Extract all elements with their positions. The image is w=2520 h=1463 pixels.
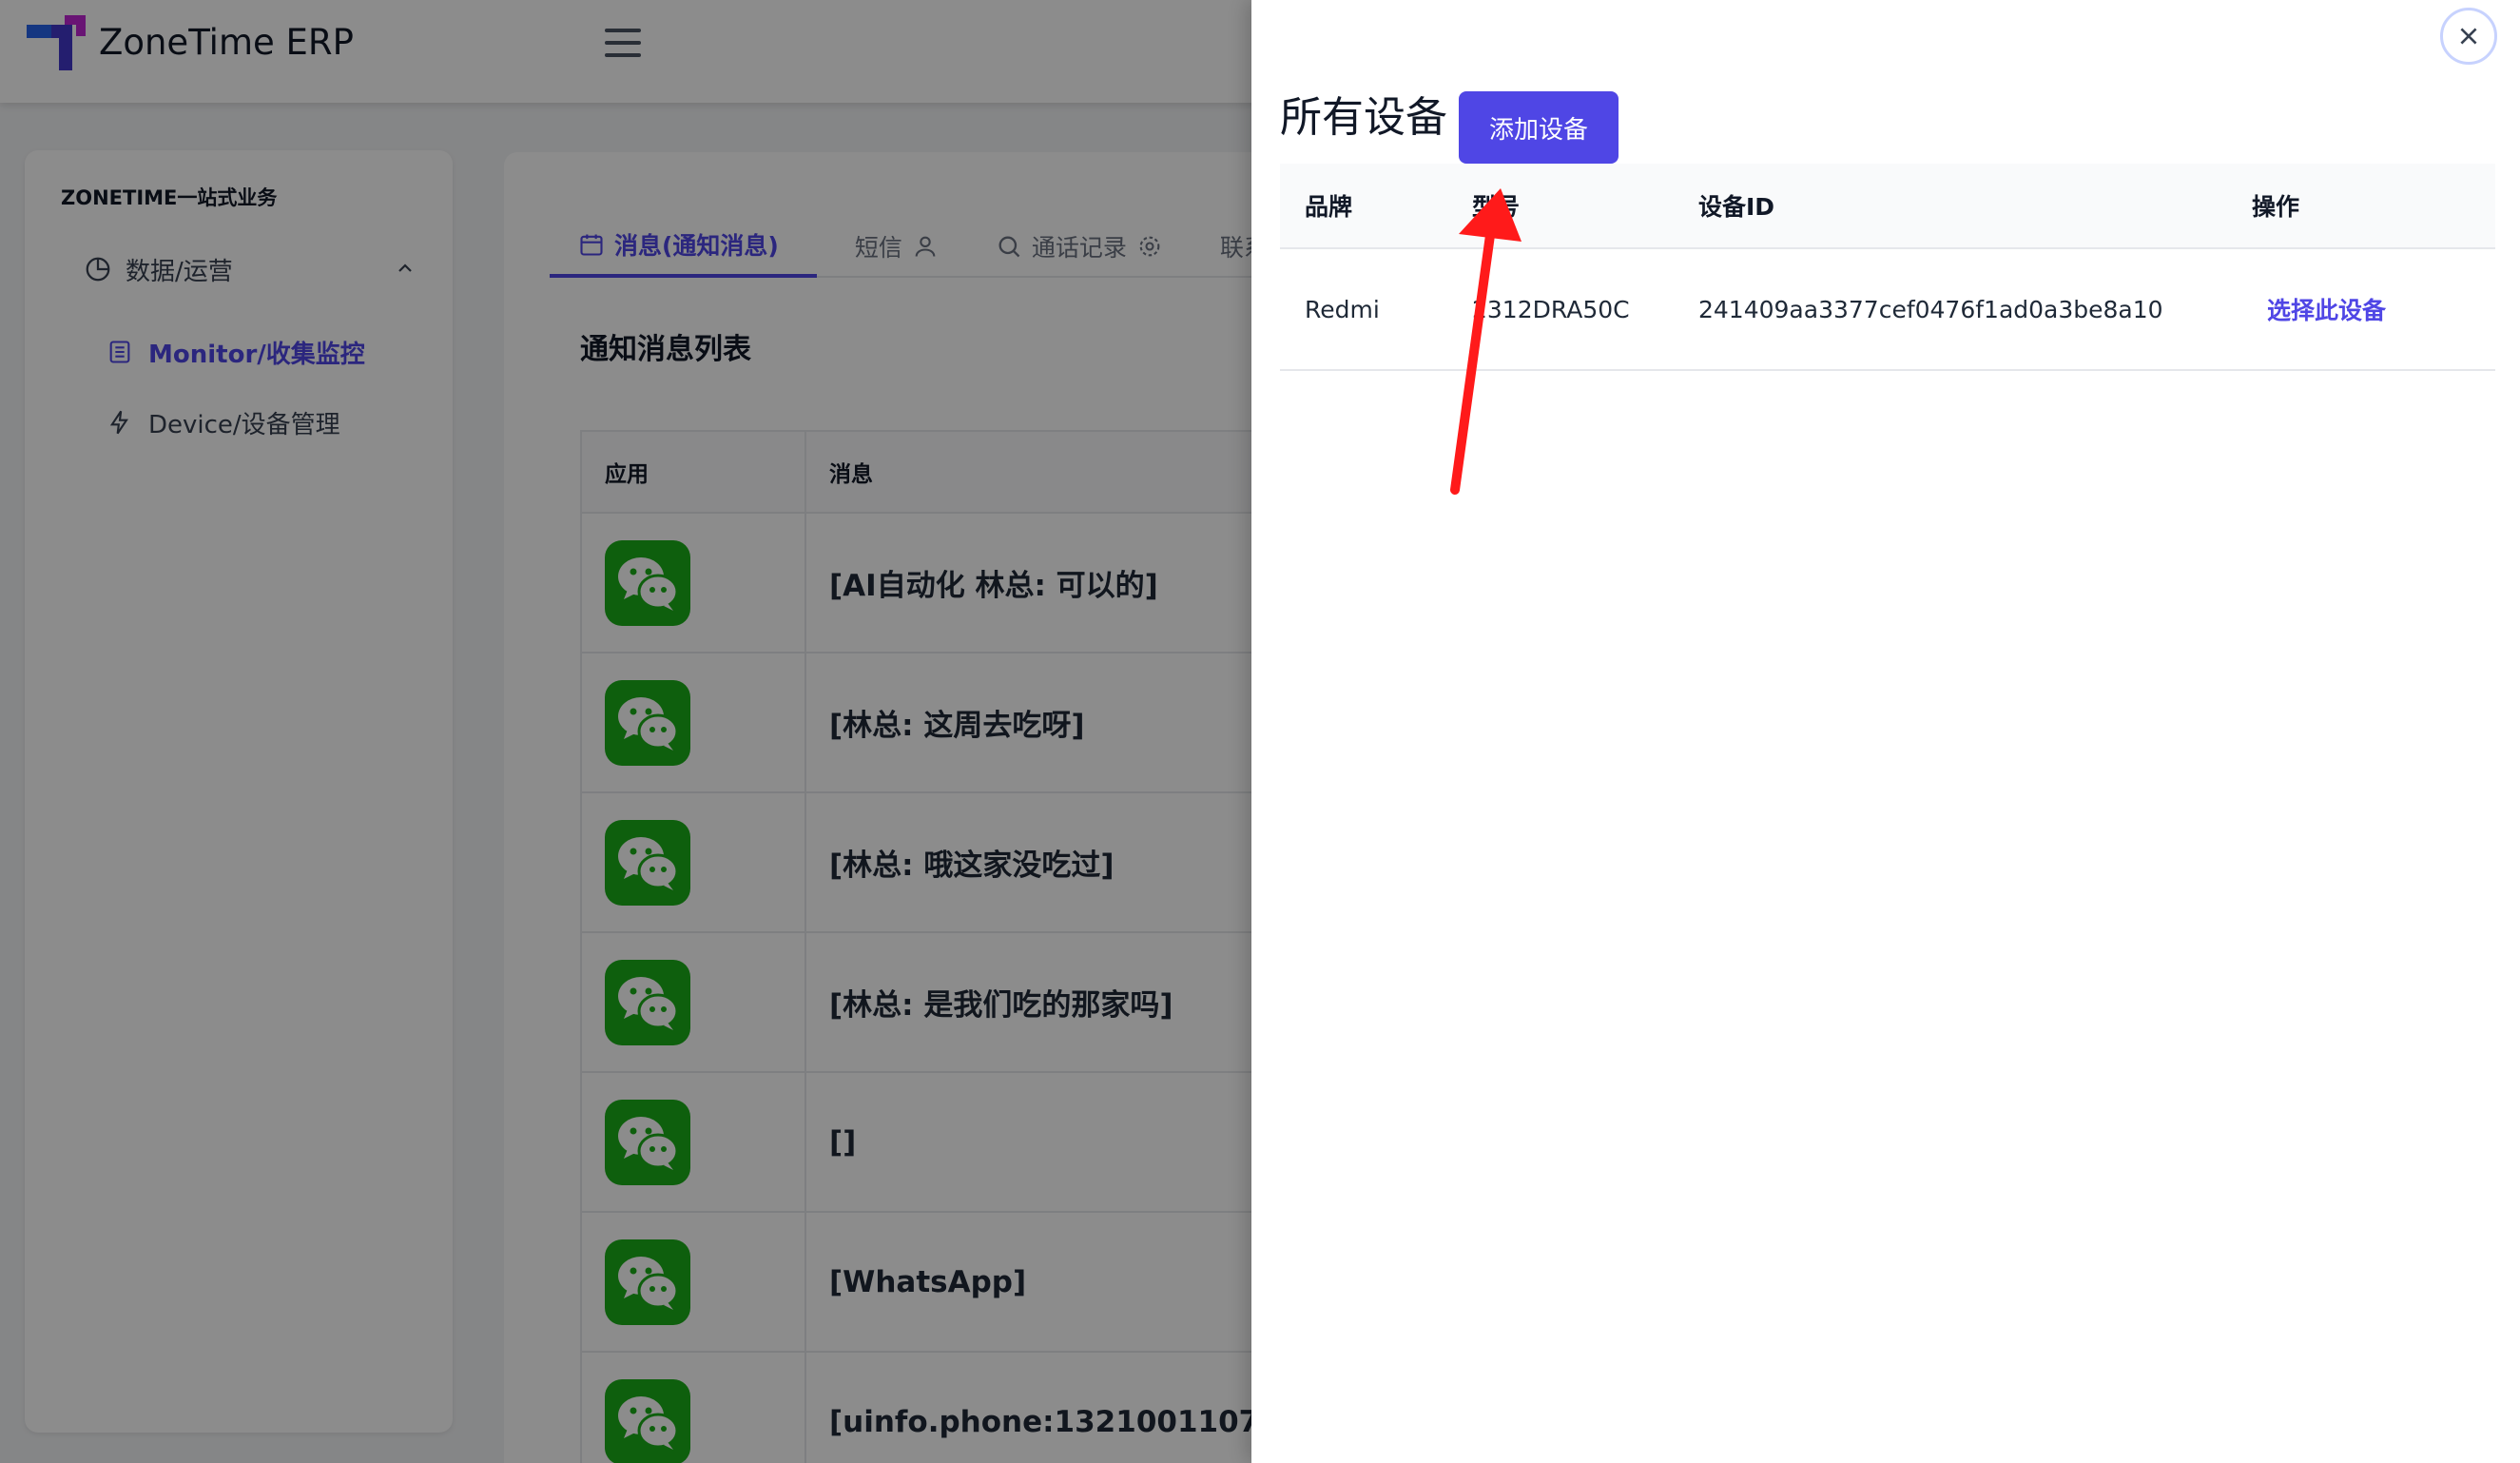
close-button[interactable] (2440, 8, 2497, 65)
device-brand: Redmi (1305, 295, 1380, 323)
select-device-link[interactable]: 选择此设备 (2267, 249, 2386, 369)
device-id: 241409aa3377cef0476f1ad0a3be8a10 (1698, 295, 2163, 323)
column-header-model: 型号 (1472, 193, 1521, 221)
device-model: 2312DRA50C (1472, 295, 1630, 323)
table-row: Redmi 2312DRA50C 241409aa3377cef0476f1ad… (1280, 249, 2495, 371)
device-table: 品牌 型号 设备ID 操作 Redmi 2312DRA50C 241409aa3… (1280, 164, 2495, 371)
drawer-title: 所有设备 (1280, 93, 1447, 142)
column-header-device-id: 设备ID (1698, 193, 1775, 221)
add-device-button[interactable]: 添加设备 (1459, 91, 1619, 164)
column-header-action: 操作 (2252, 193, 2300, 221)
column-header-brand: 品牌 (1305, 193, 1353, 221)
close-icon (2460, 28, 2477, 45)
modal-backdrop[interactable] (0, 0, 1251, 1463)
devices-drawer: 所有设备 添加设备 品牌 型号 设备ID 操作 Redmi 2312DRA50C… (1251, 0, 2520, 1463)
table-header: 品牌 型号 设备ID 操作 (1280, 164, 2495, 249)
